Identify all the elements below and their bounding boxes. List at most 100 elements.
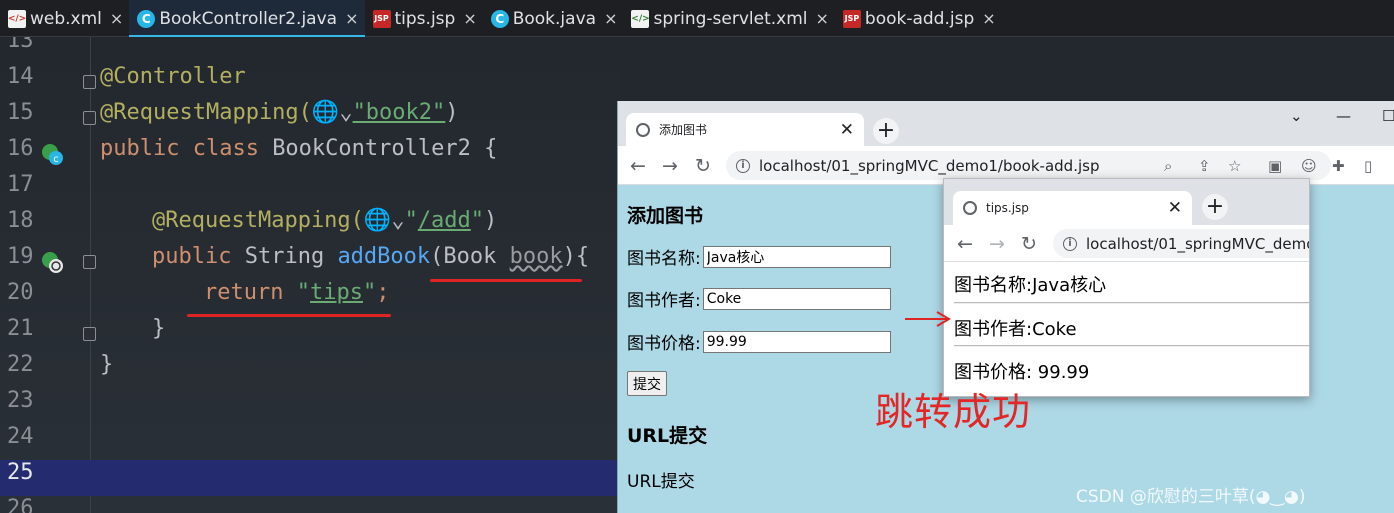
back-arrow-icon[interactable]: ←	[957, 233, 973, 255]
avatar-icon[interactable]: ☺	[1301, 157, 1317, 175]
request-handler-gutter-icon[interactable]	[40, 250, 64, 274]
page-heading: 添加图书	[627, 205, 704, 227]
line-number: 20	[7, 280, 34, 305]
editor-tab-book-java[interactable]: C Book.java ×	[483, 0, 624, 37]
fold-marker-icon[interactable]	[83, 255, 96, 269]
xml-file-icon: </>	[8, 9, 26, 28]
close-icon[interactable]: ×	[816, 9, 829, 28]
editor-tab-tips-jsp[interactable]: JSP tips.jsp ×	[365, 0, 483, 37]
editor-tab-label: tips.jsp	[394, 8, 456, 29]
code-line-17[interactable]: 17	[0, 172, 620, 208]
code-line-24[interactable]: 24	[0, 424, 620, 460]
close-icon[interactable]: ×	[982, 9, 995, 28]
extension-icon[interactable]: ▣	[1268, 157, 1282, 175]
minimize-button[interactable]: —	[1336, 107, 1351, 125]
line-number: 15	[7, 100, 34, 125]
reload-icon[interactable]: ↻	[695, 155, 711, 177]
web-globe-icon[interactable]: 🌐⌄	[312, 100, 353, 125]
code-line-21[interactable]: 21 }	[0, 316, 620, 352]
keyword-token: return	[204, 280, 297, 305]
share-icon[interactable]: ⇪	[1198, 157, 1211, 175]
new-tab-button[interactable]: +	[1202, 194, 1228, 220]
address-bar-url: localhost/01_springMVC_demo1/book-add.js…	[759, 156, 1100, 175]
chevron-down-icon[interactable]: ⌄	[1290, 107, 1303, 125]
editor-tab-bookcontroller2[interactable]: C BookController2.java ×	[129, 0, 365, 38]
editor-tab-book-add-jsp[interactable]: JSP book-add.jsp ×	[835, 0, 1002, 37]
editor-tab-web-xml[interactable]: </> web.xml ×	[0, 0, 129, 37]
book-author-input[interactable]	[702, 287, 891, 310]
site-info-icon[interactable]: i	[736, 158, 750, 173]
book-price-input[interactable]	[702, 330, 891, 353]
web-globe-icon[interactable]: 🌐⌄	[364, 208, 405, 233]
class-declaration: public class BookController2 {	[100, 136, 497, 172]
new-tab-button[interactable]: +	[873, 118, 899, 144]
code-line-23[interactable]: 23	[0, 388, 620, 424]
divider	[954, 302, 1309, 304]
reload-icon[interactable]: ↻	[1021, 233, 1037, 255]
browser-tab-title: tips.jsp	[986, 201, 1029, 215]
address-bar-url: localhost/01_springMVC_demo1/	[1086, 234, 1310, 253]
close-icon[interactable]: ×	[463, 9, 476, 28]
code-line-14[interactable]: 14 @Controller	[0, 64, 620, 100]
book-name-row: 图书名称:	[627, 244, 891, 269]
book-name-input[interactable]	[702, 245, 891, 268]
code-line-15[interactable]: 15 @RequestMapping(🌐⌄"book2")	[0, 100, 620, 136]
code-line-19[interactable]: 19 public String addBook(Book book){	[0, 244, 620, 282]
code-editor[interactable]: 13 14 @Controller 15 @RequestMapping(🌐⌄"…	[0, 37, 620, 513]
fold-marker-icon[interactable]	[83, 111, 96, 125]
code-line-20[interactable]: 20 return "tips";	[0, 280, 620, 317]
code-line-25[interactable]: 25	[0, 460, 620, 496]
line-number: 26	[7, 496, 34, 513]
editor-tab-spring-servlet[interactable]: </> spring-servlet.xml ×	[623, 0, 834, 37]
submit-button[interactable]: 提交	[627, 371, 667, 396]
bookmark-star-icon[interactable]: ☆	[1228, 157, 1241, 175]
line-number: 23	[7, 388, 34, 413]
close-icon[interactable]: ×	[345, 9, 358, 28]
java-class-icon: C	[137, 9, 156, 28]
browser-tab-strip: 添加图书 ✕ + ⌄ — ☐	[618, 101, 1394, 146]
close-icon[interactable]: ×	[110, 9, 123, 28]
code-line-26[interactable]: 26	[0, 496, 620, 513]
editor-tab-bar: </> web.xml × C BookController2.java × J…	[0, 0, 1394, 38]
browser-tab-tips[interactable]: tips.jsp ✕	[953, 191, 1192, 225]
book-author-label: 图书作者:	[954, 319, 1033, 340]
fold-marker-icon[interactable]	[83, 327, 96, 341]
site-info-icon[interactable]: i	[1063, 236, 1077, 251]
close-icon[interactable]: ×	[604, 9, 617, 28]
watermark: CSDN @欣慰的三叶草(◕‿◕)	[1076, 487, 1306, 507]
forward-arrow-icon[interactable]: →	[662, 155, 678, 177]
line-number: 17	[7, 172, 34, 197]
line-number: 22	[7, 352, 34, 377]
side-panel-icon[interactable]: ▯	[1364, 157, 1372, 175]
forward-arrow-icon[interactable]: →	[989, 233, 1005, 255]
code-line-16[interactable]: 16 c public class BookController2 {	[0, 136, 620, 172]
request-mapping-method: @RequestMapping(🌐⌄"/add")	[152, 208, 497, 244]
book-name-label: 图书名称:	[954, 275, 1033, 296]
close-tab-icon[interactable]: ✕	[1168, 198, 1182, 218]
annotation-token: @RequestMapping(	[100, 100, 312, 125]
book-author-row: 图书作者:	[627, 286, 891, 311]
code-line-13[interactable]: 13	[0, 37, 620, 64]
annotation-token: @RequestMapping(	[152, 208, 364, 233]
keyword-token: public	[152, 244, 245, 269]
code-line-22[interactable]: 22 }	[0, 352, 620, 388]
line-number: 25	[7, 460, 34, 485]
function-token: addBook	[337, 244, 431, 269]
editor-tab-label: Book.java	[512, 8, 597, 29]
browser-tab-add-book[interactable]: 添加图书 ✕	[626, 113, 864, 146]
puzzle-icon[interactable]: ✚	[1332, 157, 1345, 175]
fold-marker-icon[interactable]	[83, 75, 96, 89]
keyword-token: public class	[100, 136, 273, 161]
back-arrow-icon[interactable]: ←	[630, 155, 646, 177]
maximize-button[interactable]: ☐	[1382, 107, 1394, 125]
line-number: 14	[7, 64, 34, 89]
spring-bean-gutter-icon[interactable]: c	[40, 142, 64, 166]
jsp-file-icon: JSP	[842, 9, 861, 28]
address-bar[interactable]: i localhost/01_springMVC_demo1/	[1053, 229, 1310, 258]
line-number: 19	[7, 244, 34, 269]
close-tab-icon[interactable]: ✕	[840, 120, 854, 140]
zoom-icon[interactable]: ⌕	[1164, 157, 1172, 175]
success-annotation: 跳转成功	[875, 390, 1032, 434]
code-line-18[interactable]: 18 @RequestMapping(🌐⌄"/add")	[0, 208, 620, 244]
java-class-icon: C	[490, 9, 509, 28]
